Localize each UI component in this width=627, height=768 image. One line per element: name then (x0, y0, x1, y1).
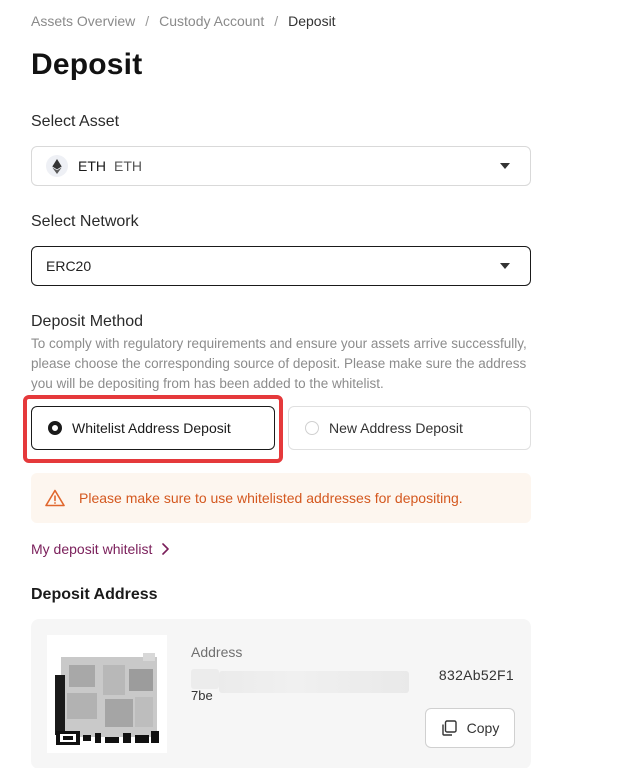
asset-select[interactable]: ETH ETH (31, 146, 531, 186)
caret-down-icon (500, 163, 510, 169)
qr-code (47, 635, 167, 753)
copy-icon (441, 720, 457, 736)
deposit-address-card: Address 832Ab52F1 7be Copy (31, 619, 531, 768)
radio-checked-icon (48, 421, 62, 435)
caret-down-icon (500, 263, 510, 269)
address-line-2: 7be (191, 688, 213, 703)
select-asset-label: Select Asset (31, 113, 120, 130)
breadcrumb-separator: / (274, 13, 279, 29)
new-address-deposit-option[interactable]: New Address Deposit (288, 406, 531, 450)
page-title: Deposit (31, 48, 143, 81)
whitelist-deposit-option[interactable]: Whitelist Address Deposit (31, 406, 275, 450)
radio-unchecked-icon (305, 421, 319, 435)
warning-text: Please make sure to use whitelisted addr… (79, 490, 463, 506)
option-label: Whitelist Address Deposit (72, 420, 231, 436)
asset-symbol: ETH (78, 158, 106, 174)
ethereum-icon (46, 155, 68, 177)
network-value: ERC20 (46, 258, 92, 274)
copy-label: Copy (466, 720, 500, 736)
network-select[interactable]: ERC20 (31, 246, 531, 286)
warning-triangle-icon (45, 489, 65, 507)
select-network-label: Select Network (31, 213, 139, 230)
whitelist-link-label: My deposit whitelist (31, 541, 153, 557)
breadcrumb-separator: / (145, 13, 150, 29)
deposit-method-label: Deposit Method (31, 313, 144, 330)
breadcrumb-custody-account[interactable]: Custody Account (159, 13, 264, 29)
address-label: Address (191, 644, 243, 660)
breadcrumb-assets-overview[interactable]: Assets Overview (31, 13, 135, 29)
address-visible-end: 832Ab52F1 (438, 667, 514, 683)
my-deposit-whitelist-link[interactable]: My deposit whitelist (31, 541, 170, 557)
breadcrumb-current: Deposit (288, 13, 336, 29)
copy-address-button[interactable]: Copy (425, 708, 515, 748)
warning-banner: Please make sure to use whitelisted addr… (31, 473, 531, 523)
deposit-method-description: To comply with regulatory requirements a… (31, 336, 527, 391)
address-redacted (219, 671, 409, 693)
chevron-right-icon (162, 543, 170, 555)
option-label: New Address Deposit (329, 420, 463, 436)
breadcrumb: Assets Overview / Custody Account / Depo… (31, 13, 336, 29)
address-redacted-start (191, 669, 219, 689)
asset-name: ETH (114, 158, 142, 174)
deposit-address-title: Deposit Address (31, 586, 158, 603)
